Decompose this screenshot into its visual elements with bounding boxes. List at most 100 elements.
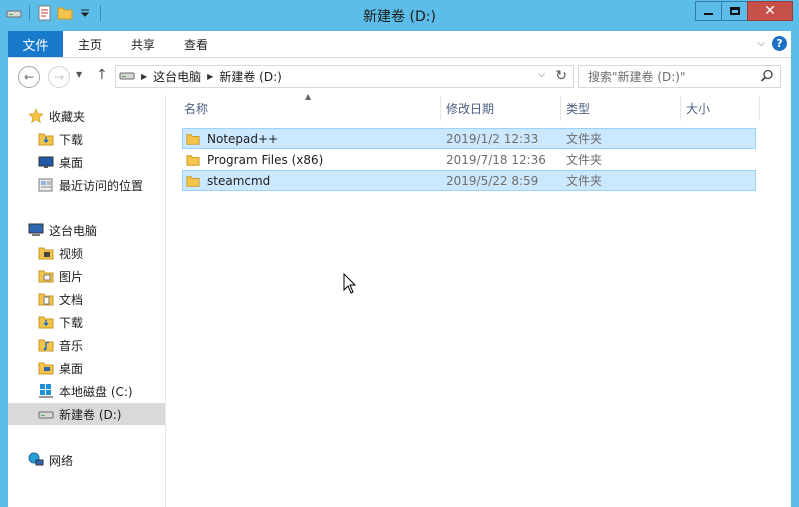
folder-icon bbox=[186, 174, 200, 188]
star-icon bbox=[28, 108, 44, 124]
minimize-icon bbox=[704, 13, 713, 15]
nav-downloads[interactable]: 下载 bbox=[8, 311, 165, 333]
close-button[interactable]: ✕ bbox=[747, 1, 793, 21]
nav-music[interactable]: 音乐 bbox=[8, 334, 165, 356]
tab-view[interactable]: 查看 bbox=[184, 36, 208, 53]
column-divider[interactable] bbox=[759, 97, 760, 121]
nav-new-volume-d[interactable]: 新建卷 (D:) bbox=[8, 403, 165, 425]
help-icon[interactable]: ? bbox=[772, 36, 787, 51]
nav-videos[interactable]: 视频 bbox=[8, 242, 165, 264]
nav-label: 音乐 bbox=[59, 338, 84, 353]
nav-label: 下载 bbox=[59, 315, 84, 330]
recent-locations-icon[interactable]: ▼ bbox=[76, 70, 82, 79]
breadcrumb-d-drive[interactable]: 新建卷 (D:) bbox=[219, 68, 281, 85]
column-divider[interactable] bbox=[680, 97, 681, 121]
title-bar: 新建卷 (D:) ✕ bbox=[0, 0, 799, 31]
nav-label: 桌面 bbox=[59, 361, 84, 376]
nav-favorites[interactable]: 收藏夹 bbox=[8, 105, 165, 127]
videos-folder-icon bbox=[38, 245, 54, 261]
column-header-type[interactable]: 类型 bbox=[566, 95, 590, 121]
column-header-size[interactable]: 大小 bbox=[686, 95, 710, 121]
address-toolbar: ← → ▼ ↑ ▶ 这台电脑 ▶ 新建卷 (D:) ⌵ ↻ 搜索"新建卷 (D:… bbox=[8, 57, 791, 95]
breadcrumb-this-pc[interactable]: 这台电脑 bbox=[153, 68, 201, 85]
file-list[interactable]: ▲ 名称 修改日期 类型 大小 Notepad++ 2019/1/2 12:33… bbox=[174, 92, 791, 507]
expand-ribbon-icon[interactable]: ⌵ bbox=[757, 38, 765, 49]
nav-label: 文档 bbox=[59, 292, 84, 307]
file-type: 文件夹 bbox=[566, 174, 603, 188]
column-header-name[interactable]: 名称 bbox=[184, 95, 208, 121]
nav-label: 网络 bbox=[49, 453, 74, 468]
file-date: 2019/1/2 12:33 bbox=[446, 131, 539, 146]
up-arrow-icon[interactable]: ↑ bbox=[96, 67, 108, 83]
nav-label: 本地磁盘 (C:) bbox=[59, 384, 133, 399]
nav-desktop[interactable]: 桌面 bbox=[8, 357, 165, 379]
address-field[interactable]: ▶ 这台电脑 ▶ 新建卷 (D:) ⌵ ↻ bbox=[115, 65, 574, 88]
window-title: 新建卷 (D:) bbox=[363, 9, 436, 25]
column-header-date[interactable]: 修改日期 bbox=[446, 95, 494, 121]
back-arrow-icon: ← bbox=[23, 70, 35, 84]
nav-label: 视频 bbox=[59, 246, 84, 261]
file-row-program-files[interactable]: Program Files (x86) 2019/7/18 12:36 文件夹 bbox=[182, 149, 756, 170]
documents-folder-icon bbox=[38, 291, 54, 307]
network-icon bbox=[28, 452, 44, 468]
file-type: 文件夹 bbox=[566, 132, 603, 146]
file-row-notepadpp[interactable]: Notepad++ 2019/1/2 12:33 文件夹 bbox=[182, 128, 756, 149]
file-name: steamcmd bbox=[207, 173, 271, 188]
file-row-steamcmd[interactable]: steamcmd 2019/5/22 8:59 文件夹 bbox=[182, 170, 756, 191]
column-divider[interactable] bbox=[440, 97, 441, 121]
back-button[interactable]: ← bbox=[18, 66, 40, 88]
folder-icon bbox=[186, 132, 200, 146]
nav-label: 新建卷 (D:) bbox=[59, 407, 122, 422]
search-icon[interactable] bbox=[760, 69, 774, 86]
desktop-icon bbox=[38, 154, 54, 170]
nav-pictures[interactable]: 图片 bbox=[8, 265, 165, 287]
nav-this-pc[interactable]: 这台电脑 bbox=[8, 219, 165, 241]
file-date: 2019/7/18 12:36 bbox=[446, 152, 546, 167]
music-folder-icon bbox=[38, 337, 54, 353]
sort-ascending-icon: ▲ bbox=[305, 92, 312, 101]
nav-label: 这台电脑 bbox=[49, 223, 98, 238]
refresh-icon[interactable]: ↻ bbox=[555, 68, 567, 84]
nav-local-disk-c[interactable]: 本地磁盘 (C:) bbox=[8, 380, 165, 402]
tab-share[interactable]: 共享 bbox=[131, 36, 155, 53]
folder-icon bbox=[186, 153, 200, 167]
recent-places-icon bbox=[38, 177, 54, 193]
mouse-cursor-icon bbox=[343, 273, 357, 294]
address-dropdown-icon[interactable]: ⌵ bbox=[538, 70, 545, 80]
nav-label: 图片 bbox=[59, 269, 84, 284]
pictures-folder-icon bbox=[38, 268, 54, 284]
downloads-folder-icon bbox=[38, 314, 54, 330]
nav-network[interactable]: 网络 bbox=[8, 449, 165, 471]
search-placeholder: 搜索"新建卷 (D:)" bbox=[588, 70, 686, 84]
search-input[interactable]: 搜索"新建卷 (D:)" bbox=[578, 65, 781, 88]
nav-label: 下载 bbox=[59, 132, 84, 147]
navigation-pane[interactable]: 收藏夹 下载 桌面 最近访问的位置 这台电脑 视频 图片 文档 下载 音乐 桌面… bbox=[8, 95, 166, 507]
computer-icon bbox=[28, 222, 44, 238]
nav-favorites-recent[interactable]: 最近访问的位置 bbox=[8, 174, 165, 196]
nav-label: 桌面 bbox=[59, 155, 84, 170]
tab-home[interactable]: 主页 bbox=[78, 36, 102, 53]
downloads-folder-icon bbox=[38, 131, 54, 147]
maximize-button[interactable] bbox=[721, 1, 748, 21]
desktop-folder-icon bbox=[38, 360, 54, 376]
nav-label: 最近访问的位置 bbox=[59, 178, 144, 193]
nav-favorites-desktop[interactable]: 桌面 bbox=[8, 151, 165, 173]
file-date: 2019/5/22 8:59 bbox=[446, 173, 539, 188]
breadcrumb-separator-icon[interactable]: ▶ bbox=[141, 72, 147, 81]
window-controls: ✕ bbox=[695, 1, 793, 21]
explorer-body: 收藏夹 下载 桌面 最近访问的位置 这台电脑 视频 图片 文档 下载 音乐 桌面… bbox=[8, 92, 791, 507]
nav-favorites-downloads[interactable]: 下载 bbox=[8, 128, 165, 150]
file-name: Program Files (x86) bbox=[207, 152, 324, 167]
minimize-button[interactable] bbox=[695, 1, 722, 21]
drive-icon bbox=[119, 67, 135, 86]
breadcrumb-separator-icon[interactable]: ▶ bbox=[207, 72, 213, 81]
file-name: Notepad++ bbox=[207, 131, 279, 146]
maximize-icon bbox=[729, 7, 740, 15]
tab-file[interactable]: 文件 bbox=[8, 31, 63, 57]
ribbon-tabs: 文件 主页 共享 查看 ⌵ ? bbox=[8, 31, 791, 57]
nav-documents[interactable]: 文档 bbox=[8, 288, 165, 310]
column-divider[interactable] bbox=[560, 97, 561, 121]
file-type: 文件夹 bbox=[566, 153, 603, 167]
forward-button[interactable]: → bbox=[48, 66, 70, 88]
windows-drive-icon bbox=[38, 383, 54, 399]
